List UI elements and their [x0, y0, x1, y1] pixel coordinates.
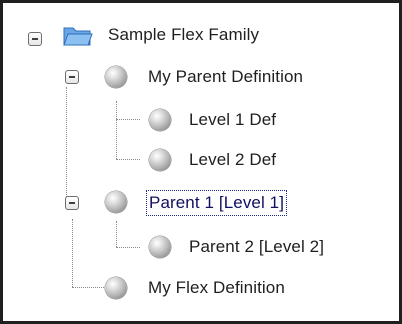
tree-guide-line: [116, 159, 140, 160]
tree-guide-line: [116, 119, 140, 120]
tree-guide-line: [66, 87, 67, 197]
tree-node-level-2-def[interactable]: Level 2 Def: [189, 149, 276, 171]
collapse-parent-1-toggle[interactable]: [65, 196, 79, 210]
gray-sphere-icon: [105, 66, 127, 88]
tree-guide-line: [116, 247, 140, 248]
collapse-my-parent-definition-toggle[interactable]: [65, 70, 79, 84]
gray-sphere-icon: [105, 191, 127, 213]
tree-node-parent-1-level-1[interactable]: Parent 1 [Level 1]: [145, 190, 288, 216]
tree-node-my-flex-definition[interactable]: My Flex Definition: [148, 277, 285, 299]
tree-guide-line: [72, 219, 73, 287]
gray-sphere-icon: [149, 149, 171, 171]
tree-guide-line: [116, 101, 117, 159]
gray-sphere-icon: [149, 236, 171, 258]
tree-node-my-parent-definition[interactable]: My Parent Definition: [148, 66, 303, 88]
gray-sphere-icon: [105, 277, 127, 299]
collapse-root-toggle[interactable]: [28, 32, 42, 46]
tree-guide-line: [116, 221, 117, 247]
tree-node-level-1-def[interactable]: Level 1 Def: [189, 109, 276, 131]
tree-guide-line: [72, 287, 108, 288]
tree-root-label[interactable]: Sample Flex Family: [108, 24, 259, 46]
tree-node-parent-2-level-2[interactable]: Parent 2 [Level 2]: [189, 236, 324, 258]
gray-sphere-icon: [149, 109, 171, 131]
tree-view-panel: Sample Flex Family My Parent Definition …: [0, 0, 402, 324]
